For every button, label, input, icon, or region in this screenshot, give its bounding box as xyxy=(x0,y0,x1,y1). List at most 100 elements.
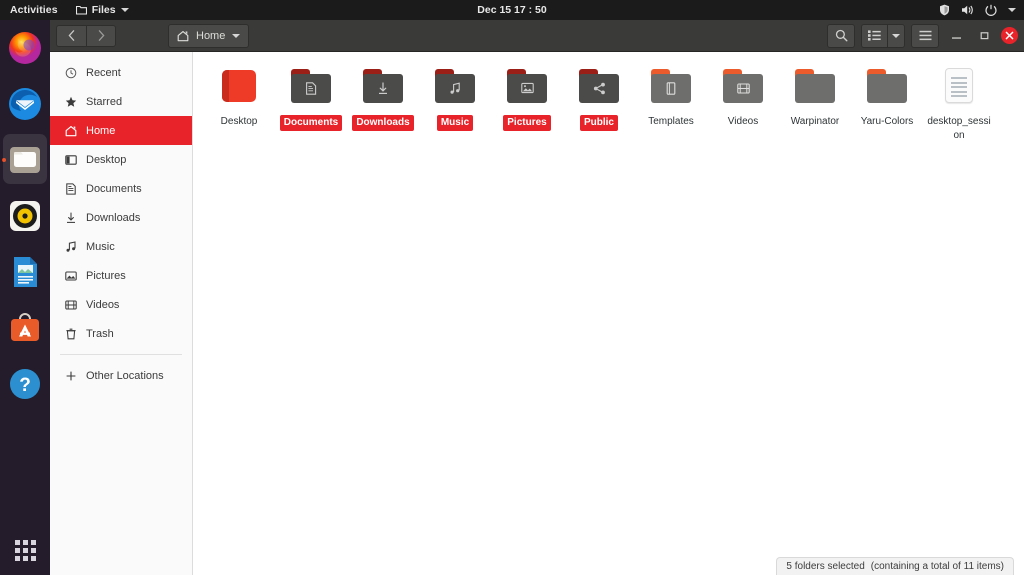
forward-button[interactable] xyxy=(86,25,116,47)
file-item-public[interactable]: Public xyxy=(563,62,635,142)
gnome-top-bar: Activities Files Dec 15 17 : 50 xyxy=(0,0,1024,20)
folder-icon xyxy=(359,66,407,110)
trash-icon xyxy=(64,327,77,340)
sidebar-item-music[interactable]: Music xyxy=(50,232,192,261)
chevron-down-icon[interactable] xyxy=(1008,8,1016,12)
files-icon xyxy=(7,142,43,178)
chevron-down-icon[interactable] xyxy=(232,34,240,38)
desktop-screen: Activities Files Dec 15 17 : 50 xyxy=(0,0,1024,575)
dock-item-firefox[interactable] xyxy=(0,20,50,76)
path-bar[interactable]: Home xyxy=(168,24,249,48)
file-item-videos[interactable]: Videos xyxy=(707,62,779,142)
view-options-group xyxy=(861,24,905,48)
hamburger-menu-icon xyxy=(919,30,932,41)
file-item-pictures[interactable]: Pictures xyxy=(491,62,563,142)
sidebar-item-desktop[interactable]: Desktop xyxy=(50,145,192,174)
sidebar-item-downloads[interactable]: Downloads xyxy=(50,203,192,232)
dock-item-thunderbird[interactable] xyxy=(0,76,50,132)
file-item-downloads[interactable]: Downloads xyxy=(347,62,419,142)
app-menu-button[interactable]: Files xyxy=(68,4,137,16)
sidebar-item-label: Videos xyxy=(86,299,119,311)
file-item-templates[interactable]: Templates xyxy=(635,62,707,142)
desktop-icon xyxy=(64,153,77,166)
show-applications-button[interactable] xyxy=(0,540,50,561)
file-label: Desktop xyxy=(221,115,258,129)
dock-item-rhythmbox[interactable] xyxy=(0,188,50,244)
sidebar-item-trash[interactable]: Trash xyxy=(50,319,192,348)
sidebar-item-label: Pictures xyxy=(86,270,126,282)
places-sidebar: Recent Starred Home xyxy=(50,52,193,575)
folder-icon xyxy=(575,66,623,110)
folder-icon xyxy=(76,5,87,15)
desktop-folder-icon xyxy=(215,66,263,110)
sidebar-item-label: Trash xyxy=(86,328,114,340)
file-item-warpinator[interactable]: Warpinator xyxy=(779,62,851,142)
music-note-icon xyxy=(448,81,462,95)
folder-icon xyxy=(719,66,767,110)
sidebar-item-label: Documents xyxy=(86,183,142,195)
search-button[interactable] xyxy=(827,24,855,48)
clock[interactable]: Dec 15 17 : 50 xyxy=(0,4,1024,16)
film-icon xyxy=(736,81,750,95)
file-item-documents[interactable]: Documents xyxy=(275,62,347,142)
document-icon xyxy=(304,81,318,95)
file-label: desktop_session xyxy=(925,115,993,142)
file-item-music[interactable]: Music xyxy=(419,62,491,142)
share-icon xyxy=(592,81,606,95)
sidebar-item-label: Recent xyxy=(86,67,121,79)
view-mode-button[interactable] xyxy=(861,24,887,48)
dock-item-ubuntu-software[interactable] xyxy=(0,300,50,356)
view-dropdown-button[interactable] xyxy=(887,24,905,48)
file-item-desktop-session[interactable]: desktop_session xyxy=(923,62,995,142)
document-icon xyxy=(64,182,77,195)
sidebar-item-documents[interactable]: Documents xyxy=(50,174,192,203)
status-selection-text: 5 folders selected xyxy=(786,561,864,572)
sidebar-item-recent[interactable]: Recent xyxy=(50,58,192,87)
close-icon xyxy=(1005,31,1014,40)
sidebar-item-videos[interactable]: Videos xyxy=(50,290,192,319)
music-note-icon xyxy=(64,240,77,253)
activities-button[interactable]: Activities xyxy=(0,4,68,16)
close-button[interactable] xyxy=(1001,27,1018,44)
sidebar-item-home[interactable]: Home xyxy=(50,116,192,145)
headerbar-right xyxy=(827,24,1024,48)
folder-icon xyxy=(791,66,839,110)
maximize-button[interactable] xyxy=(973,25,995,47)
power-icon[interactable] xyxy=(985,4,997,16)
home-icon xyxy=(177,30,189,42)
breadcrumb-home[interactable]: Home xyxy=(196,30,225,42)
shield-icon[interactable] xyxy=(939,4,950,16)
dock-item-libreoffice-writer[interactable] xyxy=(0,244,50,300)
minimize-button[interactable] xyxy=(945,25,967,47)
plus-icon xyxy=(64,369,77,382)
file-item-yaru-colors[interactable]: Yaru-Colors xyxy=(851,62,923,142)
icon-grid: Desktop Documents xyxy=(203,62,1016,142)
sidebar-item-starred[interactable]: Starred xyxy=(50,87,192,116)
system-tray[interactable] xyxy=(939,4,1016,16)
main-menu-button[interactable] xyxy=(911,24,939,48)
dock-item-files[interactable] xyxy=(0,132,50,188)
sidebar-item-label: Music xyxy=(86,241,115,253)
dock-item-help[interactable]: ? xyxy=(0,356,50,412)
file-label: Documents xyxy=(280,115,342,131)
rhythmbox-icon xyxy=(7,198,43,234)
sidebar-item-other-locations[interactable]: Other Locations xyxy=(50,361,192,390)
sidebar-item-label: Home xyxy=(86,125,115,137)
sidebar-item-pictures[interactable]: Pictures xyxy=(50,261,192,290)
sidebar-item-label: Desktop xyxy=(86,154,126,166)
file-item-desktop[interactable]: Desktop xyxy=(203,62,275,142)
download-icon xyxy=(376,81,390,95)
file-label: Yaru-Colors xyxy=(861,115,914,129)
file-view[interactable]: Desktop Documents xyxy=(193,52,1024,575)
sidebar-divider xyxy=(60,354,182,355)
sidebar-item-label: Downloads xyxy=(86,212,140,224)
chevron-down-icon xyxy=(892,34,900,38)
window-body: Recent Starred Home xyxy=(50,52,1024,575)
volume-icon[interactable] xyxy=(961,4,974,16)
image-icon xyxy=(64,269,77,282)
chevron-left-icon xyxy=(68,30,75,41)
ubuntu-dock: ? xyxy=(0,20,50,575)
back-button[interactable] xyxy=(56,25,86,47)
status-detail-text: (containing a total of 11 items) xyxy=(871,561,1004,572)
folder-icon xyxy=(287,66,335,110)
